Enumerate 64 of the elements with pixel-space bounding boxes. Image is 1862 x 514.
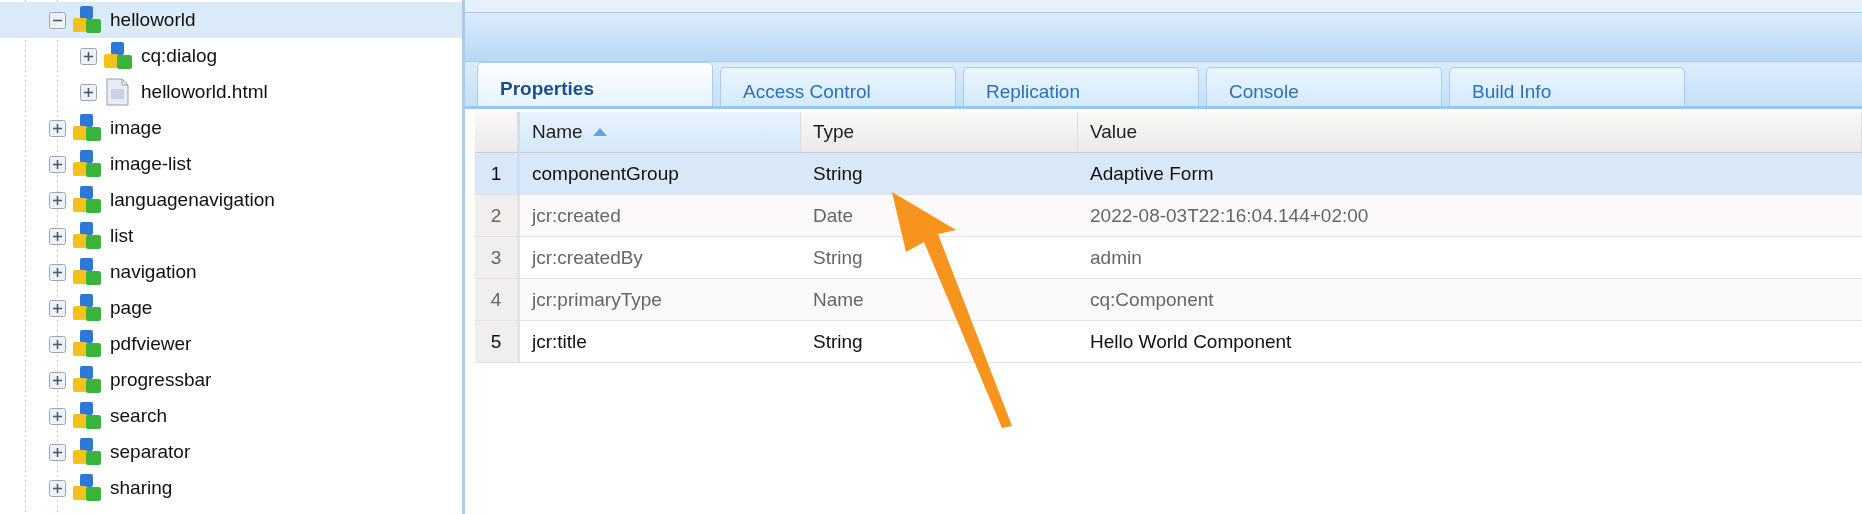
- blocks-icon: [72, 257, 102, 287]
- blocks-icon: [72, 329, 102, 359]
- row-number: 4: [475, 279, 520, 321]
- tree-item[interactable]: progressbar: [0, 362, 462, 398]
- tree-item[interactable]: cq:dialog: [0, 38, 462, 74]
- tab[interactable]: Build Info: [1449, 67, 1685, 106]
- tree-item[interactable]: search: [0, 398, 462, 434]
- expand-icon[interactable]: [49, 407, 66, 425]
- expand-icon[interactable]: [49, 155, 66, 173]
- blocks-icon: [72, 185, 102, 215]
- tab[interactable]: Replication: [963, 67, 1199, 106]
- tree-item[interactable]: navigation: [0, 254, 462, 290]
- column-header[interactable]: Name: [520, 112, 801, 153]
- sort-up-icon: [592, 128, 607, 136]
- blocks-icon: [72, 149, 102, 179]
- blocks-icon: [72, 293, 102, 323]
- expand-icon[interactable]: [49, 335, 66, 353]
- tree-item[interactable]: separator: [0, 434, 462, 470]
- expand-icon[interactable]: [49, 299, 66, 317]
- blocks-icon: [72, 473, 102, 503]
- table-cell: cq:Component: [1078, 279, 1862, 321]
- blocks-icon: [72, 401, 102, 431]
- expand-icon[interactable]: [49, 371, 66, 389]
- header-cell: [475, 112, 520, 153]
- blocks-icon: [72, 113, 102, 143]
- tree-item[interactable]: image-list: [0, 146, 462, 182]
- blocks-icon: [72, 437, 102, 467]
- expand-icon[interactable]: [80, 83, 97, 101]
- tree-item[interactable]: image: [0, 110, 462, 146]
- expand-icon[interactable]: [49, 227, 66, 245]
- table-cell: jcr:created: [520, 195, 801, 237]
- table-cell: String: [801, 153, 1078, 195]
- tree-item[interactable]: helloworld.html: [0, 74, 462, 110]
- blocks-icon: [72, 365, 102, 395]
- table-cell: jcr:primaryType: [520, 279, 801, 321]
- tree-item[interactable]: page: [0, 290, 462, 326]
- tab[interactable]: Console: [1206, 67, 1442, 106]
- expand-icon[interactable]: [49, 191, 66, 209]
- tree-item[interactable]: helloworld: [0, 2, 462, 38]
- tab[interactable]: Properties: [477, 62, 713, 106]
- expand-icon[interactable]: [49, 263, 66, 281]
- tree-item[interactable]: sharing: [0, 470, 462, 506]
- blocks-icon: [103, 41, 133, 71]
- row-number: 2: [475, 195, 520, 237]
- blocks-icon: [72, 5, 102, 35]
- column-header[interactable]: Value: [1078, 112, 1862, 153]
- row-number: 1: [475, 153, 520, 195]
- expand-icon[interactable]: [49, 443, 66, 461]
- row-number: 5: [475, 321, 520, 363]
- table-cell: 2022-08-03T22:16:04.144+02:00: [1078, 195, 1862, 237]
- column-header[interactable]: Type: [801, 112, 1078, 153]
- collapse-icon[interactable]: [49, 11, 66, 29]
- expand-icon[interactable]: [49, 119, 66, 137]
- expand-icon[interactable]: [49, 479, 66, 497]
- table-cell: Adaptive Form: [1078, 153, 1862, 195]
- tree-item[interactable]: pdfviewer: [0, 326, 462, 362]
- tree-item[interactable]: languagenavigation: [0, 182, 462, 218]
- row-number: 3: [475, 237, 520, 279]
- tab[interactable]: Access Control: [720, 67, 956, 106]
- table-cell: componentGroup: [520, 153, 801, 195]
- blocks-icon: [72, 221, 102, 251]
- table-cell: Name: [801, 279, 1078, 321]
- tree-item[interactable]: list: [0, 218, 462, 254]
- expand-icon[interactable]: [80, 47, 97, 65]
